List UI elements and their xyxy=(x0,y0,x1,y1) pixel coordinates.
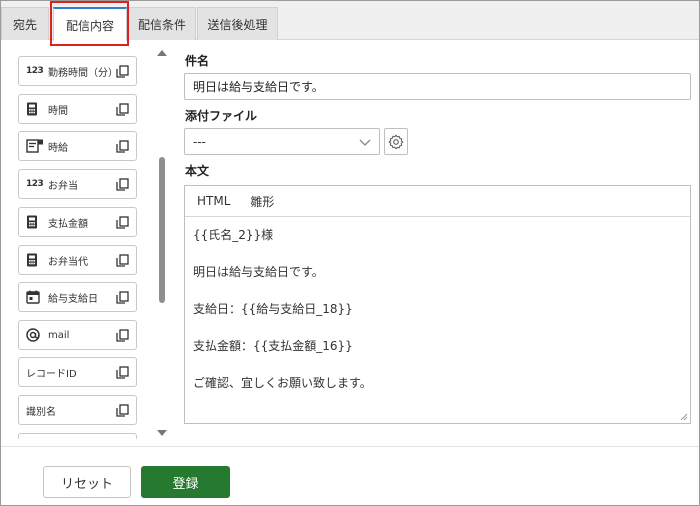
attachment-select[interactable]: --- xyxy=(184,128,380,155)
copy-icon[interactable] xyxy=(116,140,129,153)
chevron-down-icon xyxy=(359,139,371,146)
palette-item[interactable]: 給与支給日 xyxy=(18,282,137,312)
tab-label: 配信内容 xyxy=(65,18,114,33)
editor-tab-html[interactable]: HTML xyxy=(197,194,230,208)
palette-item[interactable]: お弁当代 xyxy=(18,245,137,275)
palette-item[interactable]: 時給 xyxy=(18,131,137,161)
gear-icon xyxy=(388,134,404,149)
body-line: {{氏名_2}}様 xyxy=(193,228,274,242)
editor-tabs: HTML 雛形 xyxy=(185,186,690,217)
attachment-label: 添付ファイル xyxy=(185,109,258,123)
copy-icon[interactable] xyxy=(116,366,129,379)
copy-icon[interactable] xyxy=(116,404,129,417)
tab-bar: 宛先 配信内容 配信条件 送信後処理 xyxy=(1,1,699,41)
body-line: 支給日：{{給与支給日_18}} xyxy=(193,302,353,316)
palette-item[interactable]: 123 勤務時間（分） xyxy=(18,56,137,86)
scroll-down-arrow[interactable] xyxy=(157,430,167,436)
body-line: 明日は給与支給日です。 xyxy=(193,265,324,279)
scroll-up-arrow[interactable] xyxy=(157,50,167,56)
palette-item[interactable]: 支払金額 xyxy=(18,207,137,237)
copy-icon[interactable] xyxy=(116,291,129,304)
number-icon: 123 xyxy=(26,179,44,189)
palette-item[interactable]: 時間 xyxy=(18,94,137,124)
calculator-icon xyxy=(27,215,37,229)
copy-icon[interactable] xyxy=(116,329,129,342)
editor-tab-template[interactable]: 雛形 xyxy=(250,193,274,210)
body-line: ご確認、宜しくお願い致します。 xyxy=(193,376,372,390)
palette-item[interactable]: mail xyxy=(18,320,137,350)
copy-icon[interactable] xyxy=(116,103,129,116)
tab-label: 配信条件 xyxy=(137,17,186,32)
footer-divider xyxy=(1,446,699,447)
resize-handle-icon[interactable] xyxy=(680,413,688,421)
subject-label: 件名 xyxy=(185,54,210,68)
number-icon: 123 xyxy=(26,66,44,76)
palette-scrollbar-thumb[interactable] xyxy=(159,157,165,303)
palette-item[interactable]: 123 お弁当 xyxy=(18,169,137,199)
calculator-icon xyxy=(27,102,37,116)
at-icon xyxy=(26,328,40,342)
body-textarea[interactable]: {{氏名_2}}様 明日は給与支給日です。 支給日：{{給与支給日_18}} 支… xyxy=(185,217,690,420)
palette-item-partial[interactable] xyxy=(18,433,137,439)
copy-icon[interactable] xyxy=(116,178,129,191)
subject-input[interactable]: 明日は給与支給日です。 xyxy=(184,73,691,100)
tab-content[interactable]: 配信内容 xyxy=(53,7,127,41)
calculator-icon xyxy=(27,253,37,267)
body-line: 支払金額：{{支払金額_16}} xyxy=(193,339,353,353)
copy-icon[interactable] xyxy=(116,254,129,267)
field-palette: 123 勤務時間（分） 時間 時給 123 お弁当 支払金額 お弁当代 給与支給… xyxy=(1,41,169,439)
body-label: 本文 xyxy=(185,164,210,178)
calendar-icon xyxy=(26,290,40,304)
copy-icon[interactable] xyxy=(116,216,129,229)
attachment-settings-button[interactable] xyxy=(384,128,408,155)
tab-label: 宛先 xyxy=(12,17,37,32)
copy-icon[interactable] xyxy=(116,65,129,78)
palette-item[interactable]: 識別名 xyxy=(18,395,137,425)
tab-label: 送信後処理 xyxy=(207,17,268,32)
reset-button[interactable]: リセット xyxy=(43,466,131,498)
attachment-value: --- xyxy=(193,134,206,149)
tab-conditions[interactable]: 配信条件 xyxy=(128,7,196,40)
save-button[interactable]: 登録 xyxy=(141,466,230,498)
form-icon xyxy=(26,139,43,153)
tab-recipients[interactable]: 宛先 xyxy=(1,7,49,40)
tab-post-send[interactable]: 送信後処理 xyxy=(197,7,278,40)
body-editor[interactable]: HTML 雛形 {{氏名_2}}様 明日は給与支給日です。 支給日：{{給与支給… xyxy=(184,185,691,424)
subject-value: 明日は給与支給日です。 xyxy=(193,80,324,94)
palette-item[interactable]: レコードID xyxy=(18,357,137,387)
